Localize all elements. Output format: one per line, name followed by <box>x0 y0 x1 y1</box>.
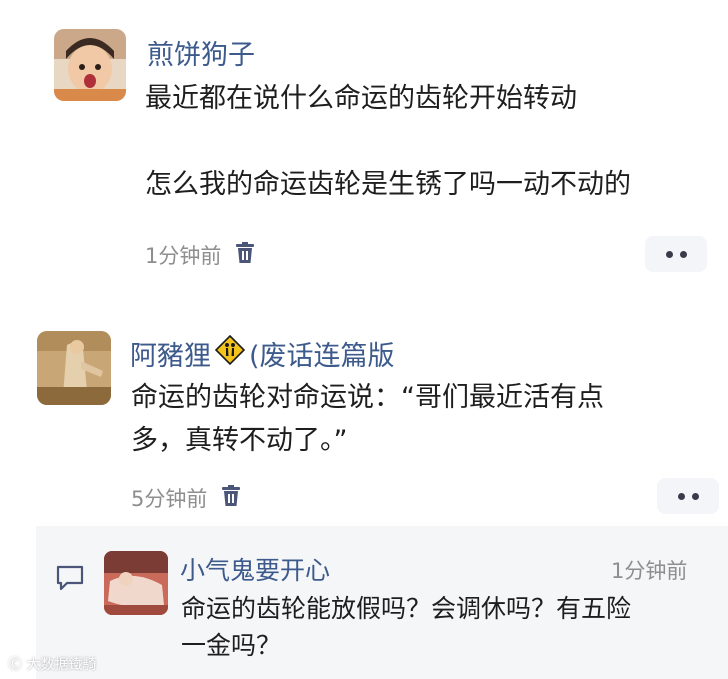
comment-1-time: 1分钟前 <box>145 244 222 268</box>
avatar-reply[interactable] <box>104 551 168 615</box>
comment-2-meta: 5分钟前 <box>131 483 241 513</box>
trash-icon[interactable] <box>235 241 255 269</box>
trash-icon[interactable] <box>221 484 241 512</box>
pedestrian-warning-sign-icon <box>214 334 246 372</box>
avatar-painting <box>104 551 168 615</box>
reply-time: 1分钟前 <box>611 559 688 583</box>
avatar-photo <box>54 29 126 101</box>
comment-2-text-line-2: 多，真转不动了。” <box>131 425 348 456</box>
username-comment-1[interactable]: 煎饼狗子 <box>147 33 255 72</box>
username-comment-2[interactable]: 阿豬狸 (废话连篇版 <box>130 334 395 373</box>
avatar-painting <box>37 331 111 405</box>
reply-text-line-2: 一金吗？ <box>181 631 282 660</box>
username-reply[interactable]: 小气鬼要开心 <box>180 551 330 587</box>
username-comment-2-suffix: (废话连篇版 <box>249 341 395 372</box>
comment-1-meta: 1分钟前 <box>145 240 255 270</box>
comment-2-text-line-1: 命运的齿轮对命运说：“哥们最近活有点 <box>131 382 604 413</box>
username-comment-2-name: 阿豬狸 <box>130 341 211 372</box>
watermark-text: 大数据鐵騎 <box>26 657 97 673</box>
avatar-comment-1[interactable] <box>54 29 126 101</box>
comment-2-time: 5分钟前 <box>131 487 208 511</box>
comment-1-text-line-1: 最近都在说什么命运的齿轮开始转动 <box>145 83 577 114</box>
avatar-comment-2[interactable] <box>37 331 111 405</box>
comment-bubble-icon[interactable] <box>55 564 85 596</box>
reply-text-line-1: 命运的齿轮能放假吗？会调休吗？有五险 <box>181 594 632 623</box>
comment-1-text-line-2: 怎么我的命运齿轮是生锈了吗一动不动的 <box>145 169 631 200</box>
watermark-logo-icon: Ⓒ <box>8 657 22 673</box>
more-dots-icon[interactable] <box>657 478 719 514</box>
watermark: Ⓒ 大数据鐵騎 <box>8 654 96 674</box>
more-dots-icon[interactable] <box>645 236 707 272</box>
